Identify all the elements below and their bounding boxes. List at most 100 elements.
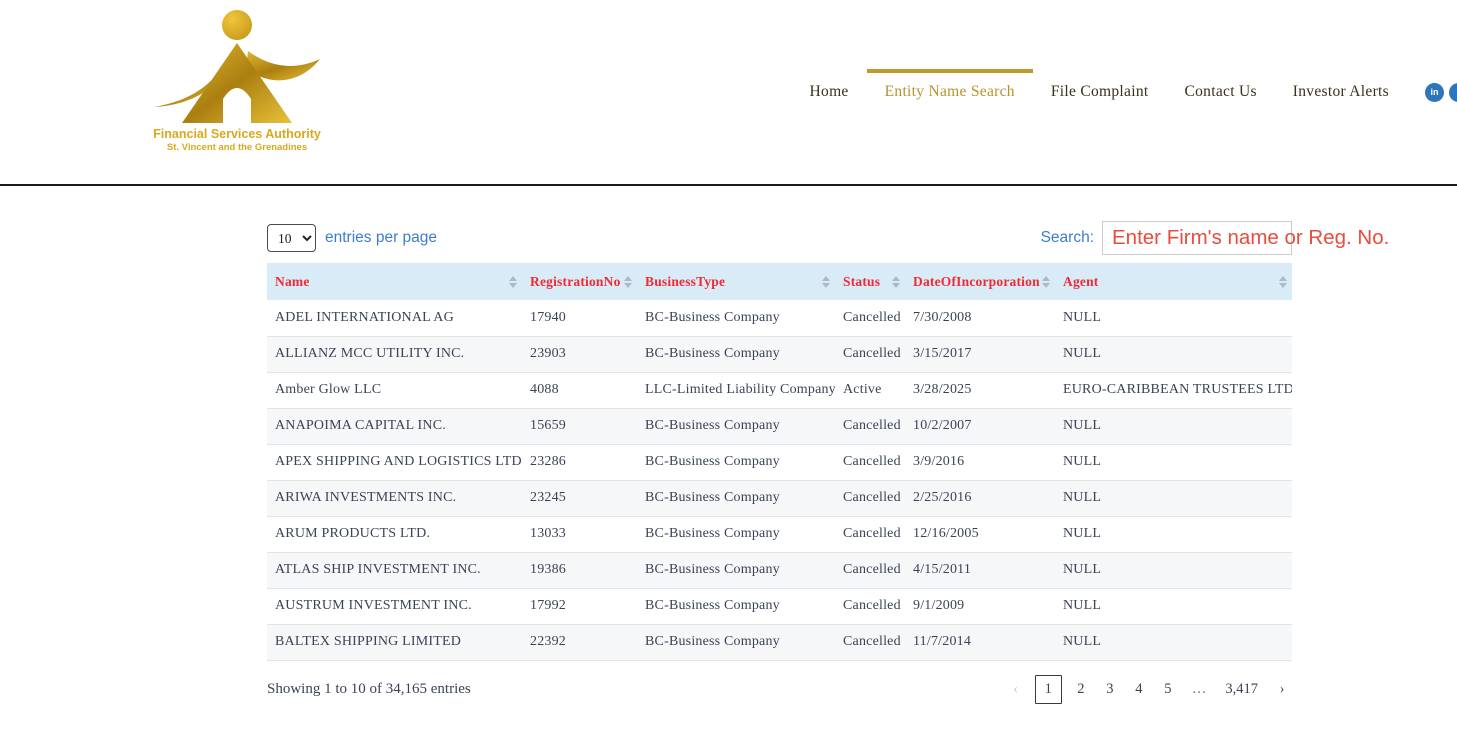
table-cell: 23245 <box>522 480 637 516</box>
site-header: Financial Services Authority St. Vincent… <box>0 0 1457 184</box>
main-nav: HomeEntity Name SearchFile ComplaintCont… <box>792 0 1457 184</box>
logo-org-sub: St. Vincent and the Grenadines <box>167 142 307 153</box>
table-row: ARIWA INVESTMENTS INC.23245BC-Business C… <box>267 480 1292 516</box>
pagination-page-4[interactable]: 4 <box>1129 676 1149 703</box>
table-cell: EURO-CARIBBEAN TRUSTEES LTD. <box>1055 372 1292 408</box>
social-icons: in f <box>1425 83 1457 102</box>
facebook-icon[interactable]: f <box>1449 83 1457 102</box>
table-cell: 9/1/2009 <box>905 588 1055 624</box>
table-cell: NULL <box>1055 444 1292 480</box>
column-header-name[interactable]: Name <box>267 263 522 300</box>
table-cell: 15659 <box>522 408 637 444</box>
table-cell: Active <box>835 372 905 408</box>
table-row: ARUM PRODUCTS LTD.13033BC-Business Compa… <box>267 516 1292 552</box>
sort-icon <box>822 276 830 288</box>
table-cell: ANAPOIMA CAPITAL INC. <box>267 408 522 444</box>
table-row: ADEL INTERNATIONAL AG17940BC-Business Co… <box>267 300 1292 336</box>
table-cell: BC-Business Company <box>637 588 835 624</box>
showing-entries-text: Showing 1 to 10 of 34,165 entries <box>267 681 471 698</box>
table-cell: 23903 <box>522 336 637 372</box>
table-cell: 12/16/2005 <box>905 516 1055 552</box>
table-cell: NULL <box>1055 300 1292 336</box>
page-size-controls: 10 entries per page <box>267 224 437 252</box>
pagination-page-3-417[interactable]: 3,417 <box>1220 676 1263 703</box>
table-cell: 4088 <box>522 372 637 408</box>
table-cell: ALLIANZ MCC UTILITY INC. <box>267 336 522 372</box>
main-nav-items: HomeEntity Name SearchFile ComplaintCont… <box>792 69 1407 115</box>
search-label: Search: <box>1041 229 1094 247</box>
table-row: ANAPOIMA CAPITAL INC.15659BC-Business Co… <box>267 408 1292 444</box>
page-size-select[interactable]: 10 <box>267 224 316 252</box>
pagination-page-5[interactable]: 5 <box>1158 676 1178 703</box>
logo-org-name: Financial Services Authority <box>153 127 321 141</box>
table-cell: BC-Business Company <box>637 408 835 444</box>
pagination: ‹ 12345 … 3,417 › <box>1006 675 1292 704</box>
sort-icon <box>1042 276 1050 288</box>
pagination-page-2[interactable]: 2 <box>1071 676 1091 703</box>
table-cell: ATLAS SHIP INVESTMENT INC. <box>267 552 522 588</box>
table-cell: 13033 <box>522 516 637 552</box>
column-header-dateofincorporation[interactable]: DateOfIncorporation <box>905 263 1055 300</box>
main-content: 10 entries per page Search: Enter Firm's… <box>267 186 1292 704</box>
search-controls: Search: Enter Firm's name or Reg. No. <box>1041 221 1292 255</box>
pagination-page-1[interactable]: 1 <box>1035 675 1062 704</box>
pagination-ellipsis: … <box>1187 676 1212 703</box>
table-cell: LLC-Limited Liability Company <box>637 372 835 408</box>
table-cell: 17992 <box>522 588 637 624</box>
table-cell: Cancelled <box>835 300 905 336</box>
nav-item-investor-alerts[interactable]: Investor Alerts <box>1275 69 1407 115</box>
table-cell: ARIWA INVESTMENTS INC. <box>267 480 522 516</box>
table-cell: BC-Business Company <box>637 552 835 588</box>
table-cell: Cancelled <box>835 336 905 372</box>
table-cell: Cancelled <box>835 552 905 588</box>
table-cell: BC-Business Company <box>637 444 835 480</box>
search-input[interactable]: Enter Firm's name or Reg. No. <box>1102 221 1292 255</box>
table-row: ATLAS SHIP INVESTMENT INC.19386BC-Busine… <box>267 552 1292 588</box>
table-cell: Cancelled <box>835 408 905 444</box>
entities-table: Name RegistrationNo BusinessType Status Date… <box>267 263 1292 661</box>
table-cell: NULL <box>1055 480 1292 516</box>
table-cell: 2/25/2016 <box>905 480 1055 516</box>
table-cell: BC-Business Company <box>637 624 835 660</box>
table-row: APEX SHIPPING AND LOGISTICS LTD.23286BC-… <box>267 444 1292 480</box>
column-header-label: Agent <box>1063 274 1099 290</box>
table-cell: AUSTRUM INVESTMENT INC. <box>267 588 522 624</box>
pagination-prev[interactable]: ‹ <box>1006 676 1026 703</box>
column-header-label: Name <box>275 274 310 290</box>
column-header-registrationno[interactable]: RegistrationNo <box>522 263 637 300</box>
nav-item-home[interactable]: Home <box>792 69 867 115</box>
column-header-label: RegistrationNo <box>530 274 621 290</box>
sort-icon <box>892 276 900 288</box>
table-cell: BALTEX SHIPPING LIMITED <box>267 624 522 660</box>
table-cell: NULL <box>1055 624 1292 660</box>
table-cell: BC-Business Company <box>637 516 835 552</box>
table-cell: ARUM PRODUCTS LTD. <box>267 516 522 552</box>
nav-item-entity-name-search[interactable]: Entity Name Search <box>867 69 1033 115</box>
linkedin-icon[interactable]: in <box>1425 83 1444 102</box>
nav-item-contact-us[interactable]: Contact Us <box>1166 69 1274 115</box>
table-cell: NULL <box>1055 408 1292 444</box>
table-cell: Amber Glow LLC <box>267 372 522 408</box>
pagination-next[interactable]: › <box>1272 676 1292 703</box>
table-footer: Showing 1 to 10 of 34,165 entries ‹ 12345… <box>267 675 1292 704</box>
table-cell: 23286 <box>522 444 637 480</box>
pagination-page-3[interactable]: 3 <box>1100 676 1120 703</box>
fsa-logo-icon: Financial Services Authority St. Vincent… <box>150 6 325 154</box>
sort-icon <box>1279 276 1287 288</box>
table-cell: 17940 <box>522 300 637 336</box>
table-cell: 19386 <box>522 552 637 588</box>
table-cell: 3/28/2025 <box>905 372 1055 408</box>
column-header-status[interactable]: Status <box>835 263 905 300</box>
column-header-agent[interactable]: Agent <box>1055 263 1292 300</box>
table-cell: NULL <box>1055 588 1292 624</box>
table-cell: 11/7/2014 <box>905 624 1055 660</box>
table-cell: 3/9/2016 <box>905 444 1055 480</box>
nav-item-file-complaint[interactable]: File Complaint <box>1033 69 1167 115</box>
column-header-label: DateOfIncorporation <box>913 274 1040 290</box>
column-header-businesstype[interactable]: BusinessType <box>637 263 835 300</box>
table-header-row: Name RegistrationNo BusinessType Status Date… <box>267 263 1292 300</box>
column-header-label: BusinessType <box>645 274 725 290</box>
table-body: ADEL INTERNATIONAL AG17940 BC-Business Co… <box>267 300 1292 660</box>
table-cell: Cancelled <box>835 588 905 624</box>
table-cell: ADEL INTERNATIONAL AG <box>267 300 522 336</box>
